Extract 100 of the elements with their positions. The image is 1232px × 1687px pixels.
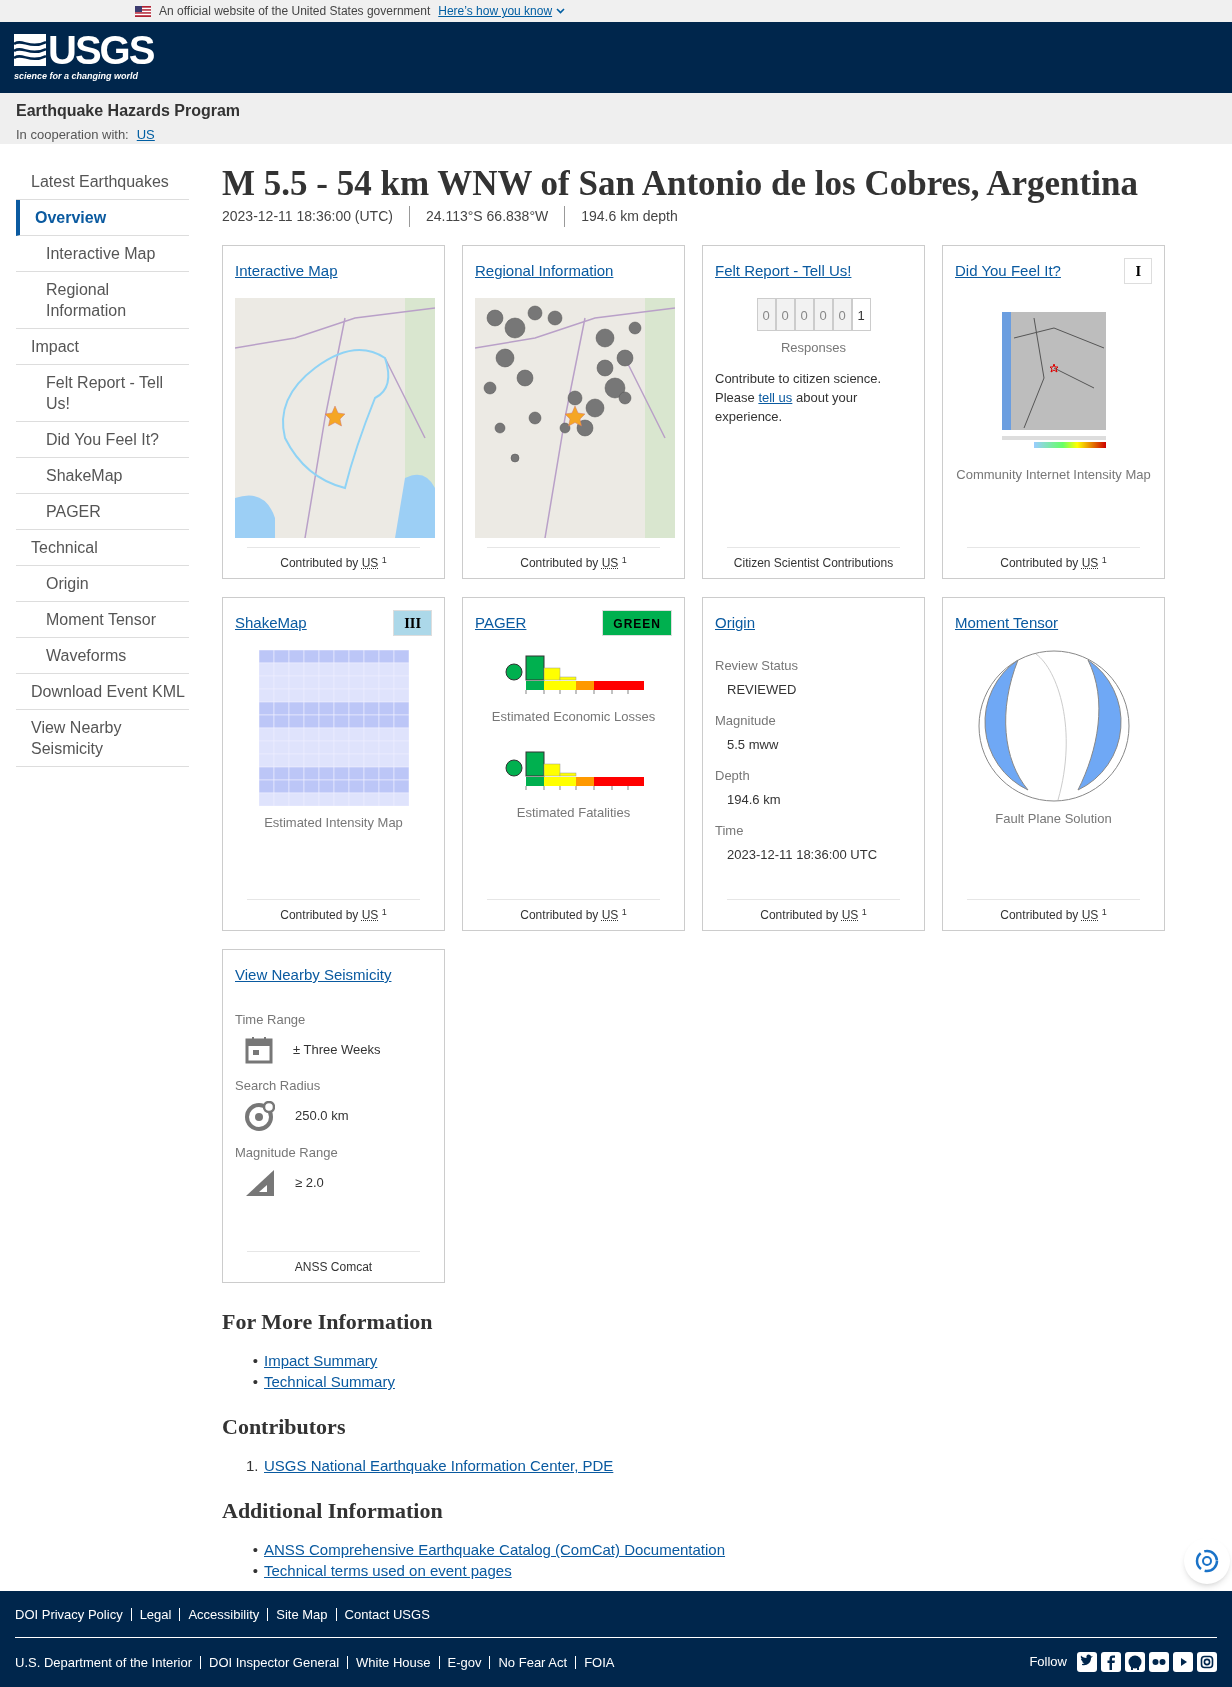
footer-link[interactable]: U.S. Department of the Interior <box>15 1655 201 1669</box>
field-value: ≥ 2.0 <box>295 1173 324 1192</box>
event-depth: 194.6 km depth <box>564 206 694 227</box>
letter-f-icon[interactable] <box>1101 1652 1121 1672</box>
card-title-link[interactable]: Origin <box>715 610 755 635</box>
sidebar-item[interactable]: Origin <box>16 566 189 602</box>
caption: Community Internet Intensity Map <box>955 466 1152 484</box>
footer-link[interactable]: Site Map <box>267 1607 336 1621</box>
footnote-mark: 1 <box>1101 554 1107 565</box>
info-link[interactable]: USGS National Earthquake Information Center, PDE <box>264 1455 614 1476</box>
footnote-mark: 1 <box>381 906 387 917</box>
how-you-know-link[interactable]: Here’s how you know <box>438 2 566 20</box>
sidebar-item[interactable]: Overview <box>16 200 189 236</box>
program-title: Earthquake Hazards Program <box>16 101 242 121</box>
card-footer: Contributed by US $^{1}$ <box>967 547 1140 572</box>
field-value: 2023-12-11 18:36:00 UTC <box>726 845 879 864</box>
footnote-mark: 1 <box>621 906 627 917</box>
counter-label: Responses <box>779 339 847 357</box>
card-title-link[interactable]: Felt Report - Tell Us! <box>715 258 852 283</box>
floating-button[interactable] <box>1184 1538 1230 1584</box>
intensity-badge: GREEN <box>602 610 672 636</box>
card-title-link[interactable]: Moment Tensor <box>955 610 1059 635</box>
sidebar-item[interactable]: View Nearby Seismicity <box>16 710 189 767</box>
graph-caption: Estimated Fatalities <box>515 804 632 822</box>
footnote-mark: 1 <box>1101 906 1107 917</box>
footer-link[interactable]: Accessibility <box>179 1607 268 1621</box>
card-footer: Contributed by US $^{1}$ <box>967 899 1140 924</box>
card-title-link[interactable]: Interactive Map <box>235 258 338 283</box>
card-footer: Contributed by US $^{1}$ <box>487 547 660 572</box>
wave-logo-icon <box>14 33 46 66</box>
footer-link[interactable]: White House <box>347 1655 439 1669</box>
caption: Fault Plane Solution <box>994 810 1113 828</box>
field-value: REVIEWED <box>726 680 798 699</box>
source-abbreviation: US <box>1081 908 1099 922</box>
field-label: Time <box>715 822 745 840</box>
sidebar-item[interactable]: Technical <box>16 530 189 566</box>
sidebar-item[interactable]: Waveforms <box>16 638 189 674</box>
section-heading: Additional Information <box>222 1497 444 1525</box>
card-title-link[interactable]: ShakeMap <box>235 610 307 635</box>
field-label: Review Status <box>715 657 800 675</box>
info-link[interactable]: Impact Summary <box>264 1350 378 1371</box>
play-icon[interactable] <box>1173 1652 1193 1672</box>
card-footer: ANSS Comcat <box>247 1251 420 1276</box>
sidebar-item[interactable]: Interactive Map <box>16 236 189 272</box>
sidebar-item[interactable]: Did You Feel It? <box>16 422 189 458</box>
field-label: Magnitude Range <box>235 1144 339 1162</box>
card-footer: Citizen Scientist Contributions <box>727 547 900 572</box>
list-marker: 1. <box>246 1456 258 1476</box>
footer-link[interactable]: FOIA <box>575 1655 623 1669</box>
field-label: Magnitude <box>715 712 777 730</box>
sidebar-item[interactable]: Felt Report - Tell Us! <box>16 365 189 422</box>
source-abbreviation: US <box>601 908 619 922</box>
sidebar-item[interactable]: ShakeMap <box>16 458 189 494</box>
list-marker: • <box>251 1372 258 1392</box>
field-label: Search Radius <box>235 1076 322 1095</box>
field-value: ± Three Weeks <box>293 1040 381 1059</box>
source-abbreviation: US <box>1081 556 1099 570</box>
footer-link[interactable]: E-gov <box>438 1655 490 1669</box>
card-title-link[interactable]: Regional Information <box>475 258 614 283</box>
footer-link[interactable]: DOI Privacy Policy <box>15 1607 131 1621</box>
cooperation-label: In cooperation with: <box>16 126 129 144</box>
description-text: Contribute to citizen science. Please tell us about your experience. <box>715 370 883 426</box>
counter-digit: 0 <box>756 298 776 331</box>
logo-text: USGS <box>48 31 154 68</box>
footnote-mark: 1 <box>861 906 867 917</box>
info-link[interactable]: Technical terms used on event pages <box>264 1560 512 1581</box>
info-link[interactable]: ANSS Comprehensive Earthquake Catalog (ComCat) Documentation <box>264 1539 726 1560</box>
sidebar-item[interactable]: Moment Tensor <box>16 602 189 638</box>
field-label: Depth <box>715 767 751 785</box>
card-title-link[interactable]: PAGER <box>475 610 527 635</box>
event-title: M 5.5 - 54 km WNW of San Antonio de los Cobres, Argentina <box>222 164 1139 204</box>
two-dots-icon[interactable] <box>1149 1652 1169 1672</box>
target-icon <box>245 1101 275 1131</box>
event-time: 2023-12-11 18:36:00 (UTC) <box>222 207 394 226</box>
footer-link[interactable]: Legal <box>130 1607 180 1621</box>
card-footer: Contributed by US $^{1}$ <box>247 899 420 924</box>
info-link[interactable]: Technical Summary <box>264 1371 395 1392</box>
sidebar-item[interactable]: PAGER <box>16 494 189 530</box>
list-marker: • <box>251 1540 258 1560</box>
tell-us-link[interactable]: tell us <box>758 390 793 405</box>
flag-icon <box>135 5 151 17</box>
footer-link[interactable]: No Fear Act <box>489 1655 576 1669</box>
sidebar-item[interactable]: Download Event KML <box>16 674 189 710</box>
field-value: 250.0 km <box>295 1107 349 1126</box>
footer-link[interactable]: DOI Inspector General <box>200 1655 348 1669</box>
camera-icon[interactable] <box>1197 1652 1217 1672</box>
sidebar-item[interactable]: Impact <box>16 329 189 365</box>
section-heading: Contributors <box>222 1413 347 1441</box>
triangle-icon <box>245 1168 275 1197</box>
intensity-badge: I <box>1124 258 1152 284</box>
card-title-link[interactable]: Did You Feel It? <box>955 258 1061 283</box>
footer-link[interactable]: Contact USGS <box>335 1607 438 1621</box>
sidebar-item[interactable]: Regional Information <box>16 272 189 329</box>
chevron-down-icon <box>556 8 566 14</box>
intensity-badge: III <box>393 610 432 636</box>
bird-icon[interactable] <box>1077 1652 1097 1672</box>
card-title-link[interactable]: View Nearby Seismicity <box>235 962 392 987</box>
sidebar-item[interactable]: Latest Earthquakes <box>16 164 189 200</box>
field-value: 194.6 km <box>726 790 782 809</box>
cooperation-link[interactable]: US <box>136 125 155 145</box>
